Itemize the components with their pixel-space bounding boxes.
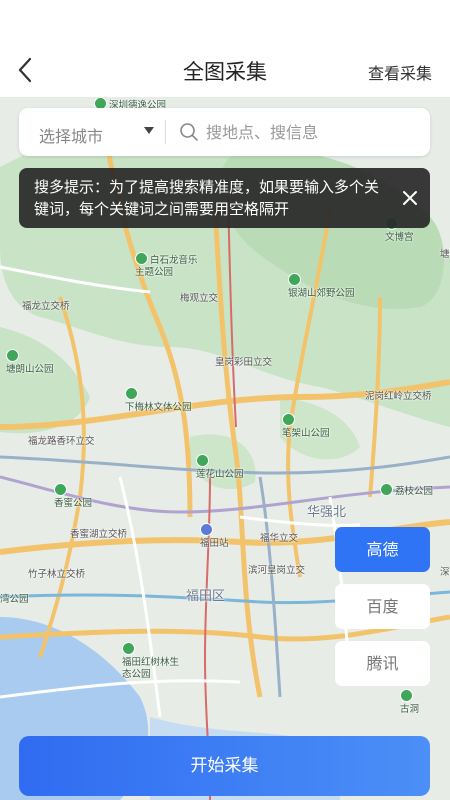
- provider-gaode-button[interactable]: 高德: [335, 527, 430, 572]
- park-pin-icon: [122, 642, 135, 655]
- map-label: 深: [440, 567, 450, 578]
- map-label: 福田区: [186, 589, 226, 604]
- map-label: 泥岗红岭立交桥: [365, 391, 432, 402]
- close-icon[interactable]: [400, 188, 420, 208]
- park-pin-icon: [282, 413, 295, 426]
- map-label: 滨河皇岗立交: [248, 565, 306, 576]
- map-label: 福龙路香环立交: [28, 436, 95, 447]
- search-icon: [180, 123, 198, 141]
- top-bar: 全图采集 查看采集: [0, 0, 450, 97]
- park-pin-icon: [196, 454, 209, 467]
- search-tip-banner: 搜多提示：为了提高搜索精准度，如果要输入多个关键词，每个关键词之间需要用空格隔开: [19, 168, 430, 228]
- map-label: 华强北: [307, 505, 347, 520]
- station-icon: [200, 523, 213, 536]
- map-label: 白石龙音乐主题公园: [135, 252, 205, 279]
- park-pin-icon: [125, 387, 138, 400]
- map-label: 福田红树林生态公园: [122, 642, 182, 681]
- tip-text: 搜多提示：为了提高搜索精准度，如果要输入多个关键词，每个关键词之间需要用空格隔开: [34, 178, 380, 218]
- map-label: 塘: [440, 249, 450, 260]
- map-label: 古洞: [400, 689, 419, 716]
- map-label: 香蜜公园: [54, 483, 92, 510]
- map-label: 福田站: [200, 523, 229, 550]
- view-collections-link[interactable]: 查看采集: [368, 60, 432, 84]
- map-label: 香蜜湖立交桥: [70, 529, 128, 540]
- map-label: 莲花山公园: [196, 454, 244, 481]
- map-label: 荔枝公园: [380, 483, 433, 498]
- map-label: 笔架山公园: [282, 413, 330, 440]
- provider-baidu-button[interactable]: 百度: [335, 584, 430, 629]
- provider-tencent-button[interactable]: 腾讯: [335, 641, 430, 686]
- park-pin-icon: [288, 273, 301, 286]
- map-label: 银湖山郊野公园: [288, 273, 355, 300]
- dropdown-arrow-icon[interactable]: [144, 127, 154, 134]
- park-pin-icon: [380, 483, 393, 496]
- map-label: 福华立交: [260, 533, 299, 544]
- map-label: 梅观立交: [180, 293, 219, 304]
- city-select[interactable]: 选择城市: [39, 123, 103, 147]
- map-label: 湾公园: [0, 594, 29, 605]
- search-bar: 选择城市: [19, 108, 430, 156]
- map-label: 塘朗山公园: [6, 349, 54, 376]
- map-label: 竹子林立交桥: [28, 569, 86, 580]
- park-pin-icon: [135, 252, 148, 265]
- map-label: 皇岗彩田立交: [215, 357, 273, 368]
- park-pin-icon: [6, 349, 19, 362]
- map-label: 福龙立交桥: [22, 301, 70, 312]
- search-divider: [165, 120, 166, 144]
- park-pin-icon: [54, 483, 67, 496]
- search-input[interactable]: [206, 120, 416, 144]
- start-collect-button[interactable]: 开始采集: [19, 736, 430, 796]
- park-pin-icon: [400, 689, 413, 702]
- map-label: 下梅林文体公园: [125, 387, 192, 414]
